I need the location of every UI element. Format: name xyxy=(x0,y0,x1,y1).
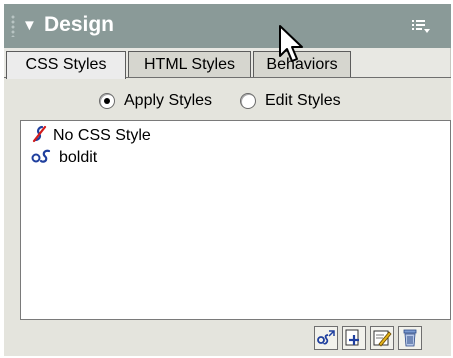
edit-style-button[interactable] xyxy=(370,326,394,350)
mode-radio-group: Apply Styles Edit Styles xyxy=(4,88,451,114)
apply-styles-label[interactable]: Apply Styles xyxy=(124,92,212,110)
panel-tabs: CSS Styles HTML Styles Behaviors xyxy=(4,48,451,79)
new-style-button[interactable] xyxy=(342,326,366,350)
apply-styles-option[interactable]: Apply Styles xyxy=(99,88,212,114)
tab-html-styles[interactable]: HTML Styles xyxy=(128,51,251,78)
delete-style-button[interactable] xyxy=(398,326,422,350)
drag-grip-icon[interactable] xyxy=(11,15,17,37)
css-styles-list[interactable]: No CSS Style boldit xyxy=(20,120,451,320)
trash-icon xyxy=(399,327,421,349)
attach-style-sheet-button[interactable] xyxy=(314,326,338,350)
panel-titlebar[interactable]: ▼ Design xyxy=(4,4,451,48)
styles-toolbar xyxy=(20,322,451,355)
options-menu-icon[interactable] xyxy=(411,18,431,34)
mouse-cursor-icon xyxy=(279,25,303,62)
collapse-arrow-icon[interactable]: ▼ xyxy=(22,15,37,37)
design-panel: ▼ Design CSS Styles HTML Styles Behavior… xyxy=(4,4,451,356)
list-item-boldit[interactable]: boldit xyxy=(31,147,97,169)
panel-title[interactable]: Design xyxy=(44,11,114,39)
edit-styles-radio[interactable] xyxy=(240,93,256,109)
no-style-icon xyxy=(31,125,47,148)
attach-stylesheet-icon xyxy=(315,327,337,349)
edit-styles-label[interactable]: Edit Styles xyxy=(265,92,341,110)
list-item-no-css-style[interactable]: No CSS Style xyxy=(31,125,151,147)
css-style-icon xyxy=(31,148,53,169)
tab-css-styles[interactable]: CSS Styles xyxy=(6,51,126,79)
apply-styles-radio[interactable] xyxy=(99,93,115,109)
edit-style-icon xyxy=(371,327,393,349)
css-styles-tab-content: Apply Styles Edit Styles No CSS Style bo… xyxy=(4,77,451,356)
list-item-label: boldit xyxy=(59,149,98,166)
list-item-label: No CSS Style xyxy=(53,127,151,144)
edit-styles-option[interactable]: Edit Styles xyxy=(240,88,341,114)
new-style-icon xyxy=(343,327,365,349)
